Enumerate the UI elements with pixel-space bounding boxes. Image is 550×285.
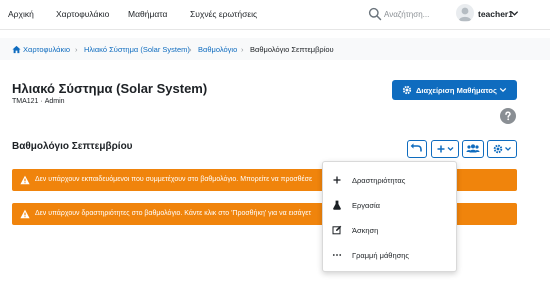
- manage-course-label: Διαχείριση Μαθήματος: [416, 86, 497, 95]
- settings-button[interactable]: [487, 140, 517, 158]
- course-subtitle-separator: ·: [40, 98, 43, 105]
- course-subtitle: ΤΜΑ121 · Admin: [12, 98, 65, 105]
- nav-item-portfolio[interactable]: Χαρτοφυλάκιο: [56, 9, 109, 19]
- plus-icon: [437, 145, 454, 153]
- chevron-down-icon: [510, 11, 519, 16]
- menu-item-learning-path[interactable]: Γραμμή μάθησης: [323, 244, 456, 266]
- user-role: Admin: [44, 98, 65, 105]
- user-menu[interactable]: teacher1: [456, 4, 546, 24]
- page-title: Βαθμολόγιο Σεπτεμβρίου: [12, 141, 133, 152]
- participants-button[interactable]: [462, 140, 484, 158]
- help-button[interactable]: [500, 108, 516, 124]
- gear-icon: [493, 144, 511, 154]
- question-icon: [505, 111, 511, 121]
- search-box: [368, 6, 460, 23]
- add-dropdown-menu: Δραστηριότητας Εργασία Άσκηση Γραμμή μάθ…: [322, 161, 457, 272]
- flask-icon: [333, 200, 341, 210]
- menu-item-assignment[interactable]: Εργασία: [323, 194, 456, 216]
- search-input[interactable]: [384, 7, 460, 22]
- breadcrumb-gradebook[interactable]: Βαθμολόγιο: [198, 45, 237, 54]
- breadcrumb-separator: ›: [189, 45, 192, 54]
- breadcrumb-portfolio[interactable]: Χαρτοφυλάκιο: [23, 45, 70, 54]
- menu-item-exercise[interactable]: Άσκηση: [323, 219, 456, 241]
- menu-item-activity[interactable]: Δραστηριότητας: [323, 169, 456, 191]
- chevron-down-icon: [499, 87, 507, 93]
- manage-course-button[interactable]: Διαχείριση Μαθήματος: [392, 80, 517, 100]
- add-button[interactable]: [431, 140, 459, 158]
- menu-item-label: Δραστηριότητας: [352, 176, 406, 185]
- gear-icon: [402, 85, 412, 95]
- warning-icon: [20, 209, 30, 219]
- breadcrumb-separator: ›: [241, 45, 244, 54]
- home-icon: [12, 45, 21, 54]
- menu-item-label: Άσκηση: [352, 226, 379, 235]
- top-navbar: Αρχική Χαρτοφυλάκιο Μαθήματα Συχνές ερωτ…: [0, 0, 550, 30]
- breadcrumb-course[interactable]: Ηλιακό Σύστημα (Solar System): [84, 45, 190, 54]
- ellipsis-icon: [332, 254, 342, 256]
- breadcrumb-current: Βαθμολόγιο Σεπτεμβρίου: [250, 45, 334, 54]
- breadcrumb-separator: ›: [75, 45, 78, 54]
- avatar: [456, 4, 474, 22]
- menu-item-label: Εργασία: [352, 201, 380, 210]
- plus-icon: [333, 176, 341, 184]
- alert-message: Δεν υπάρχουν δραστηριότητες στο βαθμολόγ…: [35, 210, 312, 217]
- nav-item-home[interactable]: Αρχική: [8, 9, 34, 19]
- search-icon[interactable]: [368, 7, 382, 21]
- warning-icon: [20, 175, 30, 185]
- undo-icon: [410, 143, 422, 152]
- undo-button[interactable]: [407, 140, 427, 158]
- user-avatar-icon: [458, 7, 472, 21]
- username: teacher1: [478, 9, 513, 19]
- alert-message: Δεν υπάρχουν εκπαιδευόμενοι που συμμετέχ…: [35, 176, 313, 183]
- nav-item-courses[interactable]: Μαθήματα: [128, 9, 167, 19]
- nav-item-faq[interactable]: Συχνές ερωτήσεις: [190, 9, 257, 19]
- edit-icon: [332, 225, 342, 235]
- menu-item-label: Γραμμή μάθησης: [352, 251, 410, 260]
- course-title: Ηλιακό Σύστημα (Solar System): [12, 81, 208, 96]
- users-icon: [466, 144, 480, 153]
- course-code: ΤΜΑ121: [12, 98, 39, 105]
